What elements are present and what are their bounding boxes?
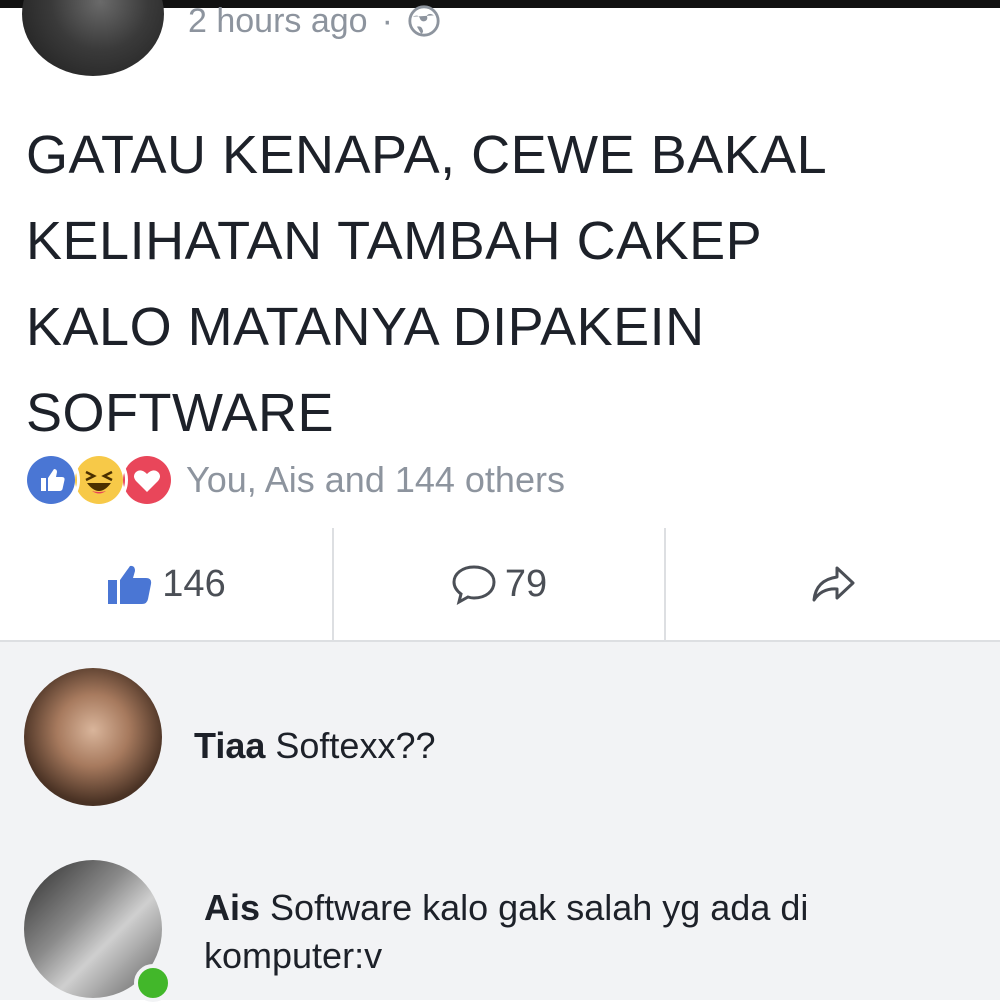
comment-author[interactable]: Ais xyxy=(204,887,260,928)
comment-text: Software kalo gak salah yg ada di komput… xyxy=(204,887,809,976)
comment: Ais Software kalo gak salah yg ada di kom… xyxy=(204,884,964,980)
like-count: 146 xyxy=(162,562,226,605)
comment-icon xyxy=(452,565,496,605)
comments-section: Tiaa Softexx?? Ais Software kalo gak salah… xyxy=(0,642,1000,1002)
like-reaction-icon xyxy=(22,451,80,509)
post-meta: 2 hours ago · xyxy=(188,4,441,38)
share-button[interactable] xyxy=(666,528,1000,640)
like-button[interactable]: 146 xyxy=(0,528,332,640)
comment: Tiaa Softexx?? xyxy=(194,722,436,770)
post-text-line: GATAU KENAPA, CEWE BAKAL xyxy=(26,125,828,185)
comment-count: 79 xyxy=(504,562,548,605)
thumbs-up-icon xyxy=(108,565,152,604)
reactions-bar[interactable]: You, Ais and 144 others xyxy=(22,451,565,509)
comment-button[interactable]: 79 xyxy=(334,528,664,640)
post-actions: 146 79 xyxy=(0,528,1000,640)
post-text: GATAU KENAPA, CEWE BAKAL KELIHATAN TAMBA… xyxy=(26,112,946,456)
meta-separator: · xyxy=(381,2,393,40)
commenter-avatar[interactable] xyxy=(24,668,162,806)
share-icon xyxy=(812,566,855,602)
comment-text: Softexx?? xyxy=(275,725,436,766)
post-author-avatar[interactable] xyxy=(22,0,164,76)
globe-icon xyxy=(408,5,440,37)
post-text-line: SOFTWARE xyxy=(26,383,334,443)
comment-author[interactable]: Tiaa xyxy=(194,725,265,766)
post-time[interactable]: 2 hours ago xyxy=(188,4,368,38)
post-text-line: KELIHATAN TAMBAH CAKEP xyxy=(26,211,763,271)
online-status-indicator xyxy=(134,964,172,1002)
post-text-line: KALO MATANYA DIPAKEIN xyxy=(26,297,705,357)
reactions-summary[interactable]: You, Ais and 144 others xyxy=(186,459,565,501)
